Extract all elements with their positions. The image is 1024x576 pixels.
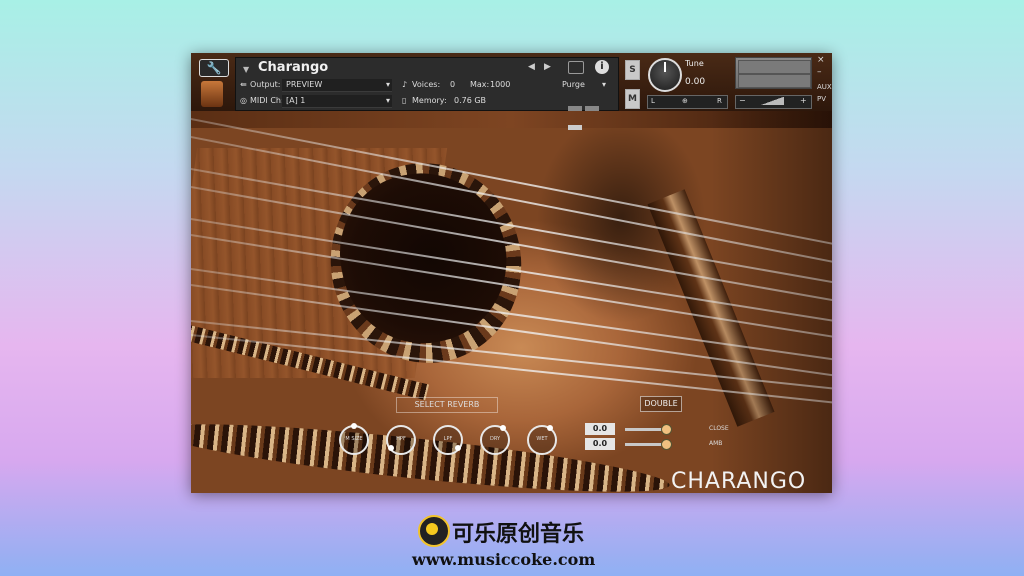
kontakt-instrument-window: 🔧 ▼ Charango ◀ ▶ i ⇚ Output: PREVIEW ▾ ♪… — [191, 53, 832, 493]
midi-channel-value[interactable]: [A] 1 — [286, 96, 305, 105]
minimize-icon[interactable]: – — [817, 67, 822, 77]
amb-label: AMB — [709, 440, 723, 447]
purge-indicators — [568, 96, 618, 134]
tune-label: Tune — [685, 59, 704, 68]
room-size-label: M SIZE — [345, 436, 363, 442]
instrument-info-panel: ▼ Charango ◀ ▶ i ⇚ Output: PREVIEW ▾ ♪ V… — [235, 57, 619, 130]
midi-dropdown-icon[interactable]: ▾ — [386, 96, 390, 105]
watermark-url: www.musiccoke.com — [412, 550, 596, 569]
charango-background-image — [191, 98, 832, 493]
memory-value: 0.76 GB — [454, 96, 487, 105]
watermark-name: 可乐原创音乐 — [452, 522, 585, 547]
midi-icon: ◎ — [240, 96, 247, 105]
instrument-thumbnail — [201, 81, 223, 107]
instrument-name[interactable]: Charango — [258, 60, 328, 75]
purge-button[interactable]: Purge — [562, 80, 585, 89]
lpf-knob[interactable]: LPF — [433, 425, 463, 455]
max-label: Max: — [470, 80, 490, 89]
volume-ramp-icon — [760, 97, 784, 105]
charango-logo-text: CHARANGO — [671, 469, 807, 493]
close-value-field[interactable]: 0.0 — [585, 423, 615, 435]
dry-knob[interactable]: DRY — [480, 425, 510, 455]
midi-row: ◎ MIDI Ch: [A] 1 ▾ ▯ Memory: 0.76 GB — [236, 94, 618, 108]
wet-knob[interactable]: WET — [527, 425, 557, 455]
memory-icon: ▯ — [402, 96, 407, 105]
close-slider[interactable] — [625, 424, 672, 435]
tune-knob[interactable] — [648, 58, 682, 92]
output-dropdown-icon[interactable]: ▾ — [386, 80, 390, 89]
amb-value-field[interactable]: 0.0 — [585, 438, 615, 450]
pan-slider[interactable]: L ⊕ R — [647, 95, 728, 109]
hpf-knob[interactable]: HPF — [386, 425, 416, 455]
aux-button[interactable]: AUX — [817, 83, 832, 91]
purge-dropdown-icon[interactable]: ▾ — [602, 80, 606, 89]
camera-icon[interactable] — [568, 61, 584, 74]
instrument-header: 🔧 ▼ Charango ◀ ▶ i ⇚ Output: PREVIEW ▾ ♪… — [191, 53, 832, 130]
solo-button[interactable]: S — [625, 60, 640, 80]
midi-label: MIDI Ch: — [250, 96, 284, 105]
watermark-logo-icon — [418, 515, 450, 547]
pan-center-icon: ⊕ — [682, 97, 688, 105]
wet-label: WET — [536, 436, 548, 442]
lpf-label: LPF — [443, 436, 453, 442]
prev-instrument-icon[interactable]: ◀ — [528, 62, 535, 72]
close-label: CLOSE — [709, 425, 729, 432]
wrench-icon[interactable]: 🔧 — [199, 59, 229, 77]
hpf-label: HPF — [396, 436, 406, 442]
output-icon: ⇚ — [240, 80, 247, 89]
next-instrument-icon[interactable]: ▶ — [544, 62, 551, 72]
memory-label: Memory: — [412, 96, 447, 105]
pan-right-label: R — [717, 97, 722, 105]
dry-label: DRY — [489, 436, 501, 442]
output-row: ⇚ Output: PREVIEW ▾ ♪ Voices: 0 Max: 100… — [236, 78, 618, 92]
volume-plus-icon: + — [800, 96, 807, 105]
output-value[interactable]: PREVIEW — [286, 80, 322, 89]
room-size-knob[interactable]: M SIZE — [339, 423, 369, 455]
voices-value: 0 — [450, 80, 456, 89]
double-button[interactable]: DOUBLE — [640, 396, 682, 412]
amb-slider[interactable] — [625, 439, 672, 450]
close-icon[interactable]: × — [817, 55, 825, 65]
tune-value[interactable]: 0.00 — [685, 77, 725, 87]
info-icon[interactable]: i — [595, 60, 609, 74]
pv-button[interactable]: PV — [817, 95, 826, 103]
volume-minus-icon: − — [739, 96, 746, 105]
voices-label: Voices: — [412, 80, 441, 89]
level-meter — [735, 57, 812, 89]
collapse-triangle-icon[interactable]: ▼ — [243, 65, 249, 74]
max-voices-value[interactable]: 1000 — [490, 80, 510, 89]
voices-icon: ♪ — [402, 80, 408, 89]
select-reverb-button[interactable]: SELECT REVERB — [396, 397, 498, 413]
output-label: Output: — [250, 80, 281, 89]
pan-left-label: L — [651, 97, 655, 105]
volume-slider[interactable]: − + — [735, 95, 812, 109]
mute-button[interactable]: M — [625, 89, 640, 109]
